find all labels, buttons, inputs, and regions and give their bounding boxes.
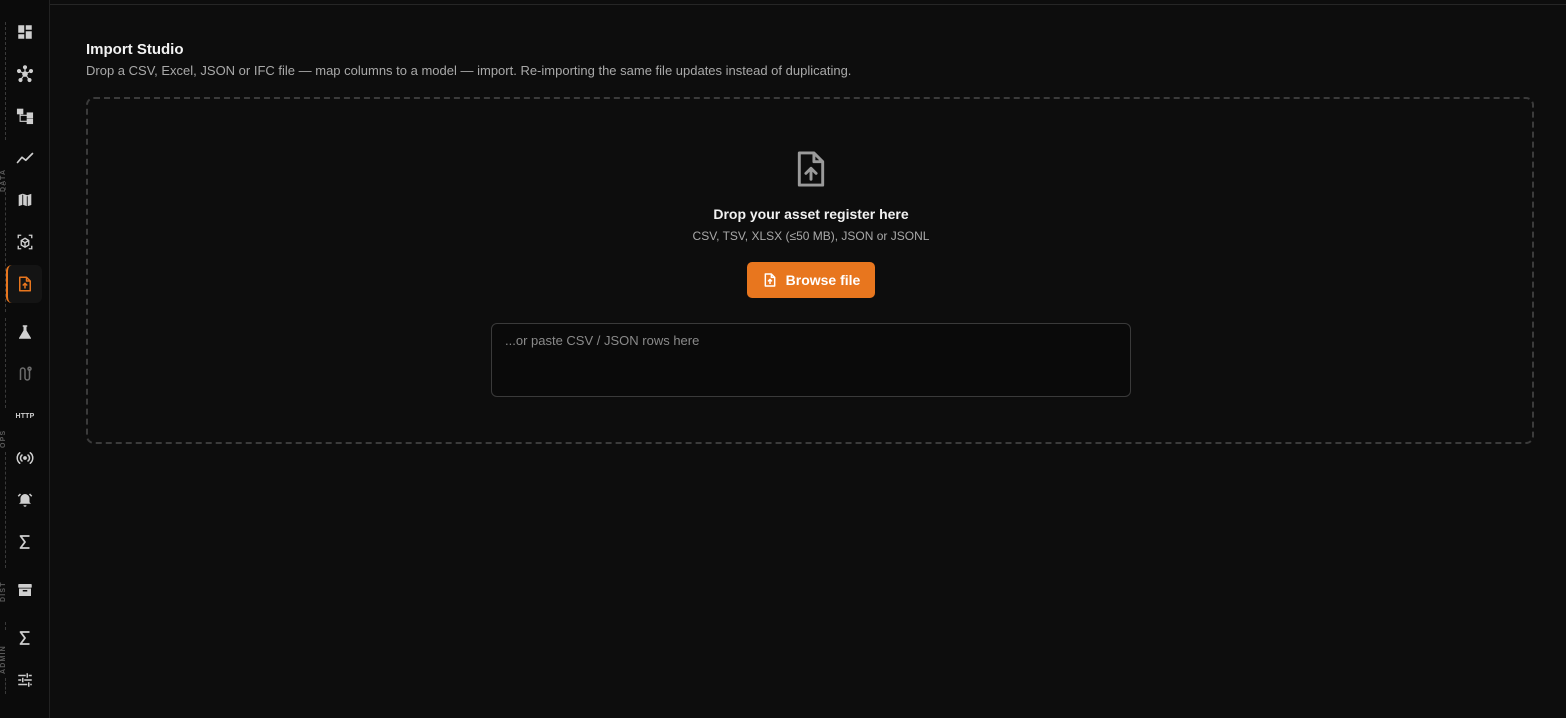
sigma-icon[interactable] (9, 526, 41, 558)
dashboard-icon[interactable] (9, 16, 41, 48)
file-upload-icon[interactable] (6, 265, 42, 303)
group-label-admin: ADMIN (0, 645, 7, 674)
broadcast-icon[interactable] (9, 442, 41, 474)
group-ops: OPS (0, 318, 8, 568)
file-upload-icon (764, 273, 776, 287)
paste-rows-input[interactable] (491, 323, 1131, 397)
page-subtitle: Drop a CSV, Excel, JSON or IFC file — ma… (86, 63, 852, 78)
http-label: HTTP (15, 412, 35, 420)
sigma-icon[interactable] (9, 622, 41, 654)
hierarchy-icon[interactable] (9, 100, 41, 132)
alarm-icon[interactable] (9, 484, 41, 516)
sliders-icon[interactable] (9, 664, 41, 696)
browse-file-label: Browse file (785, 272, 861, 288)
dropzone-title: Drop your asset register here (713, 206, 909, 222)
top-border (0, 4, 1566, 5)
network-icon[interactable] (9, 58, 41, 90)
sidebar: DATA OPS DIST ADMIN HTTP (0, 0, 50, 718)
archive-icon[interactable] (9, 574, 41, 606)
flask-icon[interactable] (9, 316, 41, 348)
trend-line-icon[interactable] (9, 142, 41, 174)
browse-file-button[interactable]: Browse file (747, 262, 875, 298)
file-upload-icon (797, 151, 825, 187)
route-icon[interactable] (9, 358, 41, 390)
dropzone-hint: CSV, TSV, XLSX (≤50 MB), JSON or JSONL (692, 229, 930, 243)
group-label-ops: OPS (0, 429, 7, 448)
http-icon[interactable]: HTTP (9, 400, 41, 432)
group-label-dist: DIST (0, 581, 7, 602)
group-dist: DIST (0, 574, 8, 614)
page-title: Import Studio (86, 41, 184, 58)
group-admin: ADMIN (0, 622, 8, 694)
